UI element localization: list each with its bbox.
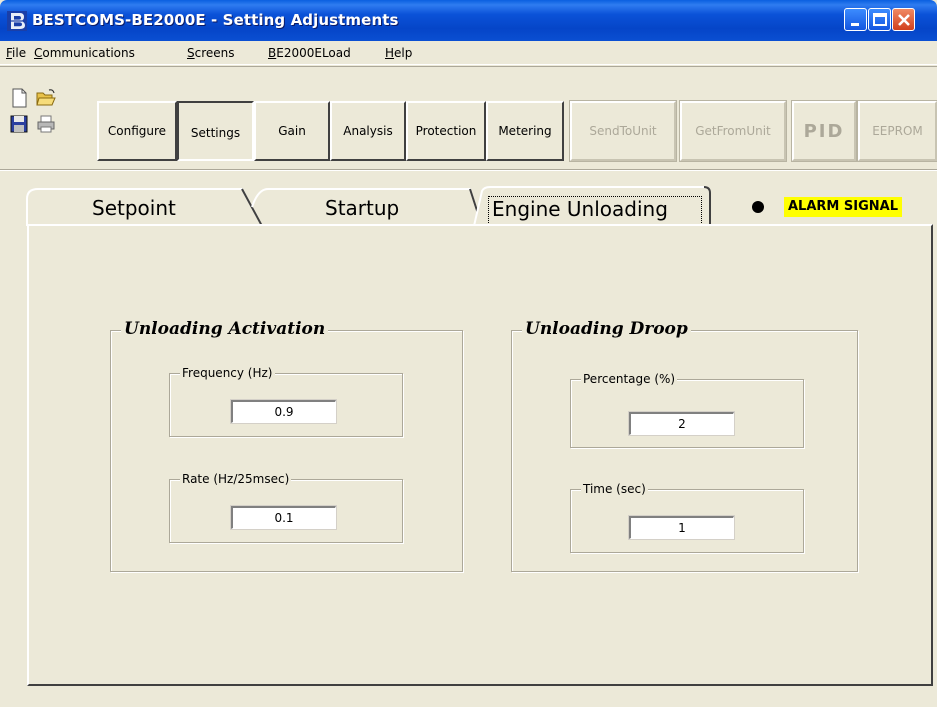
menu-be2000eload[interactable]: BE2000ELoad [268,46,351,60]
configure-button[interactable]: Configure [97,101,177,161]
gain-button[interactable]: Gain [254,101,330,161]
eeprom-button[interactable]: EEPROM [857,100,937,162]
menu-bar: File Communications Screens BE2000ELoad … [0,41,937,65]
time-group: Time (sec) [570,482,804,553]
tab-setpoint[interactable]: Setpoint [92,196,176,220]
frequency-input[interactable] [230,399,337,424]
menu-help[interactable]: Help [385,46,412,60]
time-label: Time (sec) [581,482,648,496]
percentage-group: Percentage (%) [570,372,804,448]
window-bottom-edge [0,700,937,707]
title-bar[interactable]: BESTCOMS-BE2000E - Setting Adjustments [0,0,937,41]
frequency-group: Frequency (Hz) [169,366,403,437]
unloading-droop-group: Unloading Droop Percentage (%) Time (sec… [511,319,858,572]
tab-startup[interactable]: Startup [325,196,399,220]
menu-be2000eload-label: E2000ELoad [276,46,351,60]
window-title: BESTCOMS-BE2000E - Setting Adjustments [32,11,399,29]
menu-file-label: ile [12,46,27,60]
rate-input[interactable] [230,505,337,530]
percentage-label: Percentage (%) [581,372,678,386]
alarm-indicator-icon [752,201,764,213]
close-icon [898,14,910,26]
pid-button[interactable]: PID [791,100,857,162]
minimize-icon [851,23,859,26]
time-input[interactable] [628,515,735,540]
app-logo-icon [7,11,27,31]
menu-screens-label: creens [194,46,235,60]
save-disk-icon[interactable] [8,113,30,135]
frequency-label: Frequency (Hz) [180,366,275,380]
metering-button[interactable]: Metering [486,101,564,161]
print-icon[interactable] [35,113,57,135]
toolbar-separator [0,169,937,171]
menu-help-label: elp [394,46,413,60]
menu-file[interactable]: File [6,46,26,60]
menu-be2000eload-accel: B [268,46,277,60]
new-file-icon[interactable] [8,87,30,109]
open-folder-icon[interactable] [35,87,57,109]
tab-engine-unloading[interactable]: Engine Unloading [492,197,668,221]
unloading-activation-group: Unloading Activation Frequency (Hz) Rate… [110,319,463,572]
analysis-button[interactable]: Analysis [330,101,406,161]
rate-label: Rate (Hz/25msec) [180,472,292,486]
percentage-input[interactable] [628,411,735,436]
menu-screens-accel: S [187,46,195,60]
send-to-unit-button[interactable]: SendToUnit [569,100,677,162]
menu-help-accel: H [385,46,395,60]
get-from-unit-button[interactable]: GetFromUnit [679,100,787,162]
unloading-activation-title: Unloading Activation [121,319,329,339]
protection-button[interactable]: Protection [406,101,486,161]
minimize-button[interactable] [844,8,867,31]
menu-communications-label: ommunications [42,46,135,60]
unloading-droop-title: Unloading Droop [522,319,691,339]
rate-group: Rate (Hz/25msec) [169,472,403,543]
engine-unloading-panel: Unloading Activation Frequency (Hz) Rate… [27,224,933,686]
menu-screens[interactable]: Screens [187,46,235,60]
maximize-icon [873,13,887,26]
menu-communications[interactable]: Communications [34,46,135,60]
maximize-button[interactable] [868,8,891,31]
close-button[interactable] [892,8,915,31]
settings-button[interactable]: Settings [177,101,254,161]
toolbar: Configure Settings Gain Analysis Protect… [0,66,937,168]
alarm-signal-label: ALARM SIGNAL [784,197,902,217]
